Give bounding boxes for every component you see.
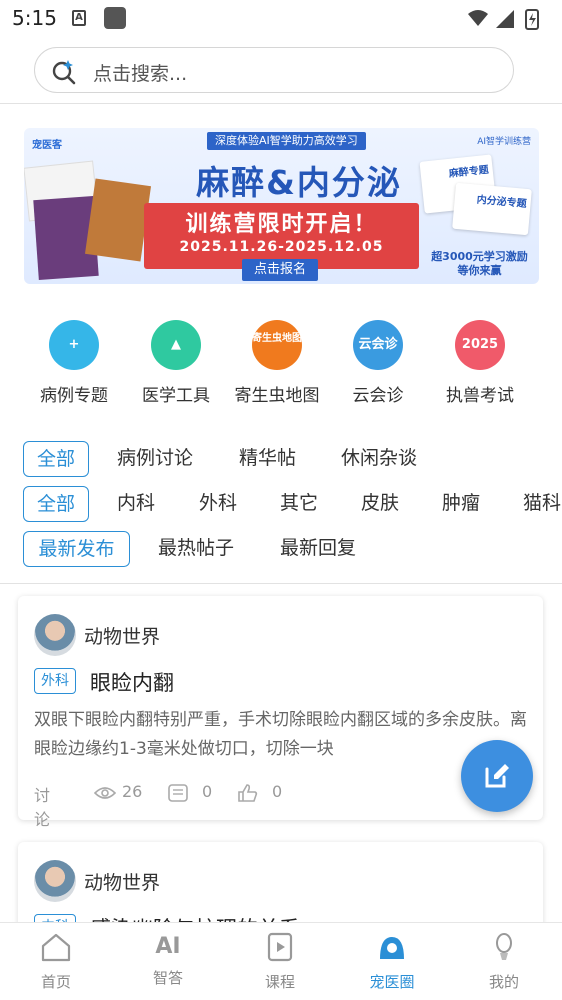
tab-department-other[interactable]: 其它 <box>280 486 318 522</box>
like-count: 0 <box>272 782 283 801</box>
signal-battery-icons <box>468 9 539 30</box>
ai-search-icon <box>52 60 76 85</box>
banner-reward-line2: 等你来赢 <box>457 264 502 277</box>
nav-pet-circle[interactable]: 宠医圈 <box>347 931 437 992</box>
comment-count: 0 <box>202 782 213 801</box>
post-author[interactable]: 动物世界 <box>84 622 160 649</box>
banner-logo: 宠医客 <box>32 140 62 151</box>
edit-icon <box>485 764 509 788</box>
nav-label: 课程 <box>264 973 295 991</box>
status-time: 5:15 <box>12 6 57 30</box>
parasite-map-icon: 寄生虫地图 <box>252 320 302 370</box>
shortcut-case-topics[interactable]: + 病例专题 <box>29 318 119 406</box>
banner-corner-text: AI智学训练营 <box>477 137 531 147</box>
shortcut-medical-tools[interactable]: ▲ 医学工具 <box>131 318 221 406</box>
tab-department-all[interactable]: 全部 <box>23 486 89 522</box>
course-play-icon <box>267 932 293 962</box>
bottom-nav: 首页 AI 智答 课程 宠医圈 我的 <box>0 922 562 1000</box>
banner-card2-label: 内分泌专题 <box>476 194 528 210</box>
banner-subtitle: 训练营限时开启！ <box>185 212 378 237</box>
new-post-button[interactable] <box>461 740 533 812</box>
ai-icon: AI <box>155 934 181 959</box>
exam-icon: 2025 <box>455 320 505 370</box>
tab-category-case-discussion[interactable]: 病例讨论 <box>117 441 193 477</box>
tab-department-surgery[interactable]: 外科 <box>199 486 237 522</box>
shortcut-label: 寄生虫地图 <box>234 386 320 406</box>
department-filter-row: 全部 内科 外科 其它 皮肤 肿瘤 猫科 <box>0 486 562 526</box>
tab-category-featured[interactable]: 精华帖 <box>239 441 296 477</box>
nav-label: 宠医圈 <box>369 973 415 991</box>
tab-sort-latest-reply[interactable]: 最新回复 <box>280 531 356 567</box>
nav-course[interactable]: 课程 <box>235 931 325 992</box>
banner-title: 麻醉&内分泌 <box>196 163 402 202</box>
avatar[interactable] <box>34 614 76 656</box>
home-icon <box>41 933 71 962</box>
shortcut-label: 病例专题 <box>40 386 108 406</box>
banner-reward-text: 超3000元学习激励 等你来赢 <box>422 250 537 278</box>
banner-reward-line1: 超3000元学习激励 <box>431 250 528 263</box>
tab-department-internal[interactable]: 内科 <box>117 486 155 522</box>
nav-label: 首页 <box>40 973 71 991</box>
nav-label: 我的 <box>488 973 519 991</box>
profile-icon <box>496 933 512 960</box>
accessibility-icon: A <box>72 10 86 26</box>
pet-circle-icon <box>380 937 404 959</box>
medicine-bottle-icon: ▲ <box>151 320 201 370</box>
tab-department-oncology[interactable]: 肿瘤 <box>442 486 480 522</box>
banner-card-endocrine: 内分泌专题 <box>452 182 532 236</box>
nav-home[interactable]: 首页 <box>11 931 101 992</box>
tab-category-all[interactable]: 全部 <box>23 441 89 477</box>
comment-icon <box>168 784 188 802</box>
tab-sort-hottest[interactable]: 最热帖子 <box>158 531 234 567</box>
shortcut-label: 云会诊 <box>352 386 404 406</box>
case-folder-icon: + <box>49 320 99 370</box>
search-input[interactable]: 点击搜索... <box>34 47 514 93</box>
shortcut-cloud-consult[interactable]: 云会诊 云会诊 <box>333 318 423 406</box>
view-count: 26 <box>122 782 143 801</box>
tab-department-feline[interactable]: 猫科 <box>523 486 561 522</box>
nav-profile[interactable]: 我的 <box>459 931 549 992</box>
post-tag: 外科 <box>34 668 76 694</box>
category-filter-row: 全部 病例讨论 精华帖 休闲杂谈 <box>0 441 562 481</box>
banner-dates: 2025.11.26-2025.12.05 <box>179 239 384 255</box>
tab-sort-latest[interactable]: 最新发布 <box>23 531 130 567</box>
shortcut-label: 医学工具 <box>142 386 210 406</box>
shortcut-parasite-map[interactable]: 寄生虫地图 寄生虫地图 <box>232 318 322 406</box>
banner-book-image <box>84 178 152 262</box>
status-bar: 5:15 A <box>0 0 562 38</box>
banner-top-text: 深度体验AI智学助力高效学习 <box>207 132 366 150</box>
tab-department-skin[interactable]: 皮肤 <box>361 486 399 522</box>
search-placeholder: 点击搜索... <box>93 63 188 85</box>
eye-icon <box>94 787 116 799</box>
tab-category-casual[interactable]: 休闲杂谈 <box>341 441 417 477</box>
cloud-consult-icon: 云会诊 <box>353 320 403 370</box>
post-type: 讨论 <box>34 786 51 829</box>
sort-filter-row: 最新发布 最热帖子 最新回复 <box>0 531 562 571</box>
avatar[interactable] <box>34 860 76 902</box>
app-notification-icon <box>104 7 126 29</box>
shortcut-label: 执兽考试 <box>446 386 514 406</box>
nav-ai-answer[interactable]: AI 智答 <box>123 931 213 988</box>
shortcut-vet-exam[interactable]: 2025 执兽考试 <box>435 318 525 406</box>
banner-card1-label: 麻醉专题 <box>448 164 490 180</box>
banner-signup-button[interactable]: 点击报名 <box>242 259 318 281</box>
like-icon[interactable] <box>237 784 259 802</box>
post-author[interactable]: 动物世界 <box>84 868 160 895</box>
post-title[interactable]: 眼睑内翻 <box>90 667 174 697</box>
promo-banner[interactable]: 宠医客 深度体验AI智学助力高效学习 AI智学训练营 麻醉&内分泌 训练营限时开… <box>24 128 539 284</box>
shortcut-row: + 病例专题 ▲ 医学工具 寄生虫地图 寄生虫地图 云会诊 云会诊 2025 执… <box>0 318 562 408</box>
post-body: 双眼下眼睑内翻特别严重，手术切除眼睑内翻区域的多余皮肤。离眼睑边缘约1-3毫米处… <box>34 710 527 759</box>
header-divider <box>0 103 562 104</box>
nav-label: 智答 <box>152 969 183 987</box>
list-divider <box>0 583 562 584</box>
